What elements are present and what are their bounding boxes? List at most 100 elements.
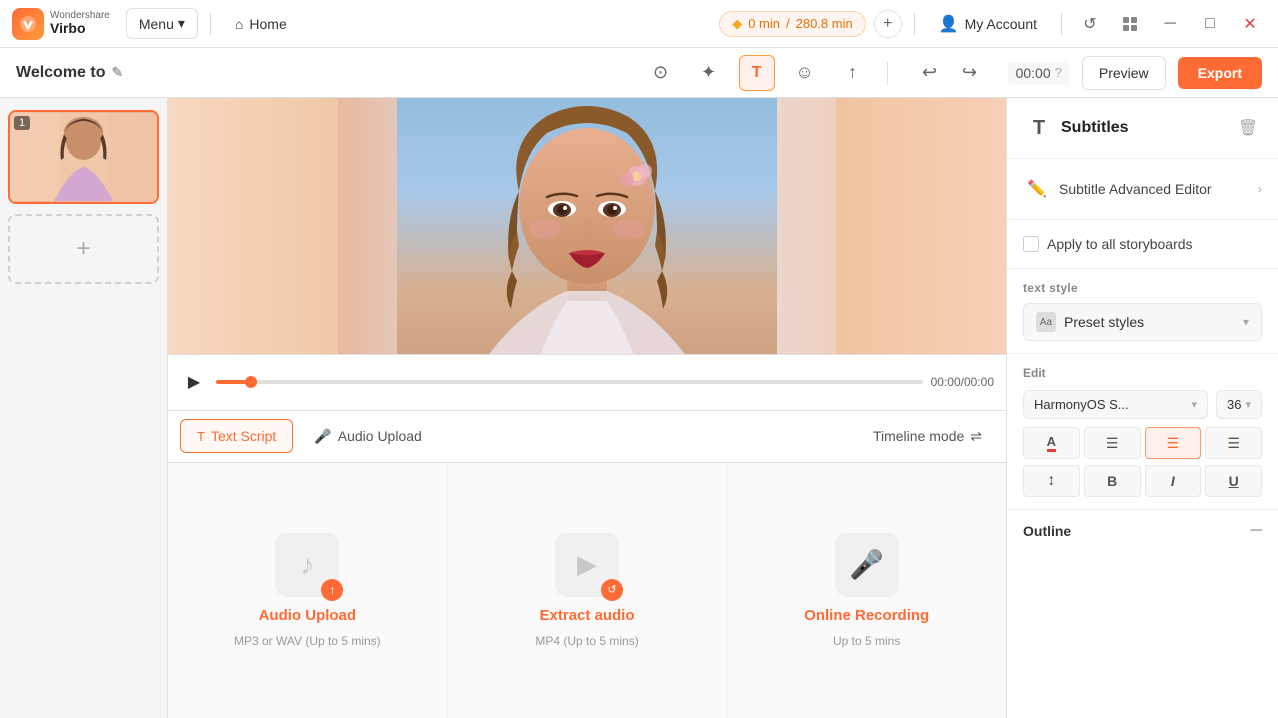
home-button[interactable]: ⌂ Home (223, 10, 299, 38)
font-size-text: 36 (1227, 397, 1241, 412)
align-left-button[interactable]: ☰ (1084, 427, 1141, 459)
storyboard-panel: 1 + (0, 98, 168, 718)
bold-button[interactable]: B (1084, 465, 1141, 497)
trash-icon: 🗑 (1238, 118, 1258, 138)
extract-badge-icon: ↺ (601, 579, 623, 601)
add-storyboard-button[interactable]: + (8, 214, 159, 284)
preview-button[interactable]: Preview (1082, 56, 1166, 90)
extract-audio-option[interactable]: ▶ ↺ Extract audio MP4 (Up to 5 mins) (448, 463, 728, 718)
grid-icon-button[interactable] (1114, 8, 1146, 40)
underline-icon: U (1229, 473, 1239, 489)
edit-section: Edit HarmonyOS S... ▾ 36 ▾ A ☰ (1007, 354, 1278, 510)
canvas-bg (168, 98, 1006, 354)
text-color-button[interactable]: A (1023, 427, 1080, 459)
media-icon: ⊙ (653, 62, 668, 83)
preset-dropdown-chevron: ▾ (1243, 315, 1249, 329)
extract-audio-icon-wrapper: ▶ ↺ (555, 533, 619, 597)
audio-upload-icon-wrapper: ♪ ↑ (275, 533, 339, 597)
add-time-button[interactable]: + (874, 10, 902, 38)
subtitles-icon: T (1033, 117, 1045, 140)
apply-to-all-checkbox[interactable] (1023, 236, 1039, 252)
help-icon: ? (1055, 65, 1062, 80)
time-value: 00:00 (1016, 65, 1051, 81)
divider-1 (210, 12, 211, 36)
close-button[interactable]: ✕ (1234, 8, 1266, 40)
align-center-button[interactable]: ☰ (1145, 427, 1202, 459)
product-name: Virbo (50, 21, 110, 36)
online-recording-option[interactable]: 🎤 Online Recording Up to 5 mins (727, 463, 1006, 718)
right-panel: T Subtitles 🗑 ✏️ Subtitle Advanced Edito… (1006, 98, 1278, 718)
subtitle-advanced-editor-row[interactable]: ✏️ Subtitle Advanced Editor › (1023, 171, 1262, 207)
font-size-select[interactable]: 36 ▾ (1216, 390, 1262, 419)
pencil-icon: ✏️ (1023, 175, 1051, 203)
time-separator: / (786, 16, 790, 31)
outline-section[interactable]: Outline ─ (1007, 510, 1278, 552)
filter-icon: ↑ (848, 62, 857, 83)
subtitle-advanced-editor-section: ✏️ Subtitle Advanced Editor › (1007, 159, 1278, 220)
align-right-button[interactable]: ☰ (1205, 427, 1262, 459)
sticker-tool-button[interactable]: ☺ (787, 55, 823, 91)
redo-button[interactable]: ↪ (952, 55, 988, 91)
mic-icon: 🎤 (849, 548, 884, 581)
minimize-button[interactable]: ─ (1154, 8, 1186, 40)
rp-header-icon: T (1023, 112, 1055, 144)
font-select-dropdown[interactable]: HarmonyOS S... ▾ (1023, 390, 1208, 419)
text-script-tab-icon: T (197, 429, 205, 444)
subtitle-advanced-editor-label: Subtitle Advanced Editor (1059, 181, 1250, 197)
audio-upload-option[interactable]: ♪ ↑ Audio Upload MP3 or WAV (Up to 5 min… (168, 463, 448, 718)
preset-styles-dropdown[interactable]: Aa Preset styles ▾ (1023, 303, 1262, 341)
plus-icon: + (883, 15, 892, 33)
smart-cutout-icon: ✦ (701, 62, 716, 83)
main-area: 1 + (0, 98, 1278, 718)
play-icon: ▶ (188, 372, 200, 392)
account-button[interactable]: 👤 My Account (927, 8, 1049, 40)
media-tool-button[interactable]: ⊙ (643, 55, 679, 91)
upload-badge-icon: ↑ (321, 579, 343, 601)
upload-area: ♪ ↑ Audio Upload MP3 or WAV (Up to 5 min… (168, 462, 1006, 718)
undo-button[interactable]: ↩ (912, 55, 948, 91)
progress-fill (216, 380, 251, 384)
menu-button[interactable]: Menu ▾ (126, 8, 198, 39)
text-tool-button[interactable]: T (739, 55, 775, 91)
edit-section-label: Edit (1023, 366, 1262, 380)
account-label: My Account (965, 16, 1037, 32)
timeline-mode-label: Timeline mode (873, 428, 964, 444)
align-right-icon: ☰ (1227, 435, 1240, 452)
close-icon: ✕ (1243, 14, 1256, 34)
edit-title-icon[interactable]: ✎ (112, 64, 124, 81)
app-logo-icon (12, 8, 44, 40)
refresh-icon-button[interactable]: ↺ (1074, 8, 1106, 40)
divider-3 (1061, 12, 1062, 36)
delete-subtitle-button[interactable]: 🗑 (1234, 114, 1262, 142)
line-height-button[interactable]: ↕ (1023, 465, 1080, 497)
text-style-section: text style Aa Preset styles ▾ (1007, 269, 1278, 354)
preset-styles-text: Preset styles (1064, 314, 1243, 330)
export-button[interactable]: Export (1178, 57, 1262, 89)
font-select-chevron: ▾ (1191, 398, 1197, 411)
preview-label: Preview (1099, 65, 1149, 81)
apply-to-all-row[interactable]: Apply to all storyboards (1023, 232, 1262, 256)
refresh-icon: ↺ (1083, 14, 1096, 34)
italic-button[interactable]: I (1145, 465, 1202, 497)
play-button[interactable]: ▶ (180, 368, 208, 396)
timeline-bar: ▶ 00:00/00:00 (168, 354, 1006, 410)
storyboard-item-1[interactable]: 1 (8, 110, 159, 204)
undo-redo-group: ↩ ↪ (912, 55, 988, 91)
smart-cutout-button[interactable]: ✦ (691, 55, 727, 91)
grid-icon (1123, 17, 1137, 31)
extract-audio-subtitle: MP4 (Up to 5 mins) (535, 634, 638, 648)
align-center-icon: ☰ (1167, 435, 1180, 452)
online-recording-subtitle: Up to 5 mins (833, 634, 900, 648)
music-icon: ♪ (300, 549, 314, 581)
audio-upload-subtitle: MP3 or WAV (Up to 5 mins) (234, 634, 381, 648)
text-script-tab[interactable]: T Text Script (180, 419, 293, 453)
timeline-time: 00:00/00:00 (931, 375, 994, 389)
underline-button[interactable]: U (1205, 465, 1262, 497)
maximize-button[interactable]: □ (1194, 8, 1226, 40)
progress-bar[interactable] (216, 380, 923, 384)
timeline-mode-button[interactable]: Timeline mode ⇌ (861, 420, 994, 453)
audio-upload-tab[interactable]: 🎤 Audio Upload (297, 419, 439, 454)
text-style-label: text style (1023, 281, 1262, 295)
filter-tool-button[interactable]: ↑ (835, 55, 871, 91)
outline-collapse-icon: ─ (1251, 522, 1262, 540)
